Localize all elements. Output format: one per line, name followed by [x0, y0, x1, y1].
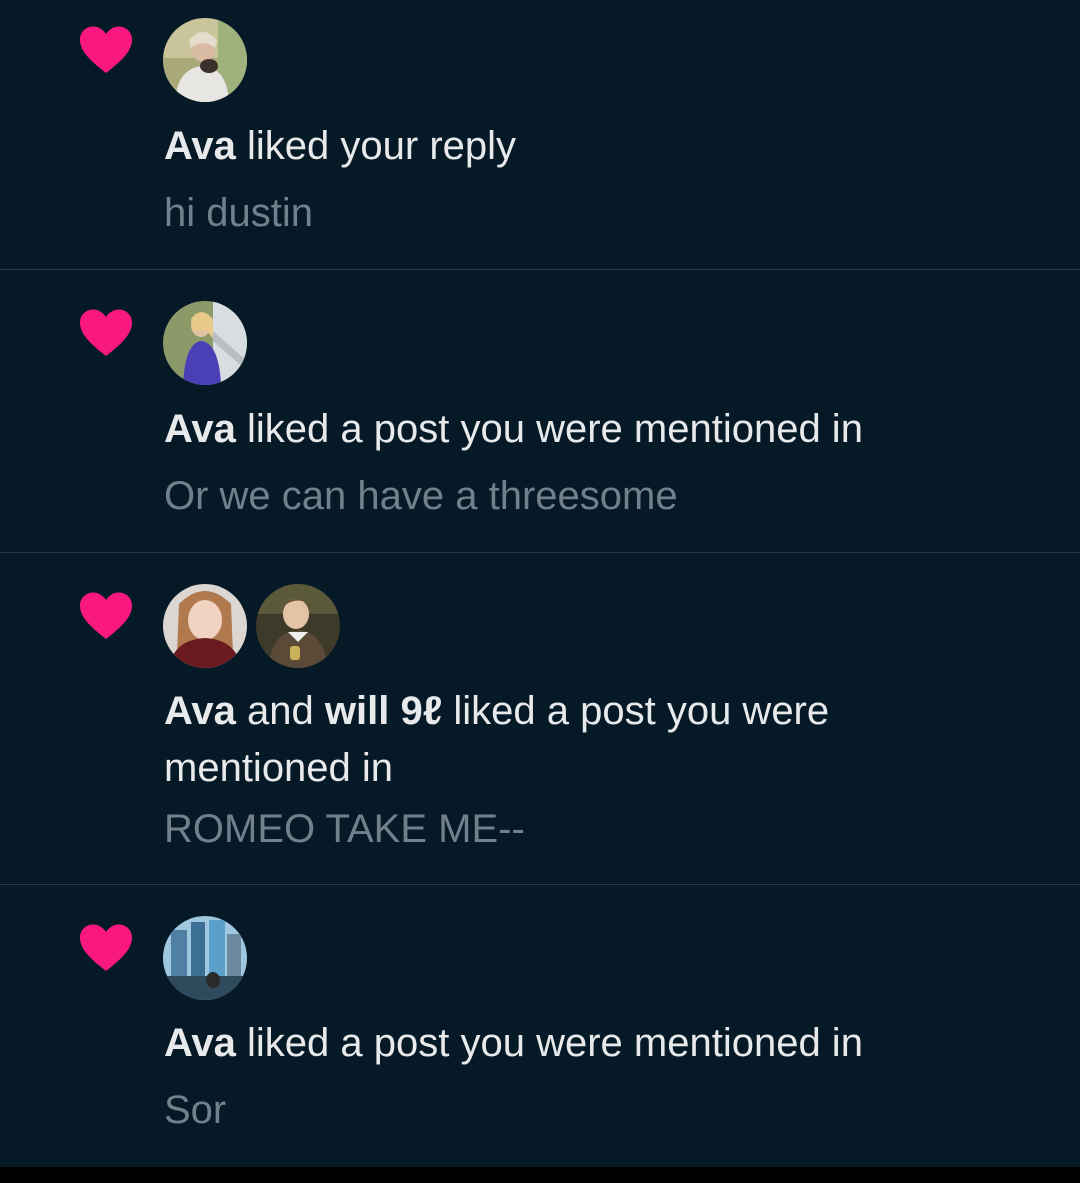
notification-item[interactable]: Ava liked your reply hi dustin [0, 0, 1080, 270]
avatar[interactable] [256, 584, 340, 668]
post-snippet: hi dustin [164, 191, 313, 235]
notification-text: Ava liked a post you were mentioned in [164, 1015, 964, 1072]
avatar-group [163, 584, 340, 668]
post-snippet: ROMEO TAKE ME-- [164, 807, 525, 851]
heart-icon [78, 923, 134, 973]
post-snippet: Or we can have a threesome [164, 474, 678, 518]
notification-text: Ava liked a post you were mentioned in [164, 401, 964, 458]
actor-name[interactable]: Ava [164, 407, 236, 451]
avatar[interactable] [163, 584, 247, 668]
actor-name[interactable]: Ava [164, 124, 236, 168]
notification-item[interactable]: Ava and will 9ℓ liked a post you were me… [0, 553, 1080, 885]
notification-item[interactable]: Ava liked a post you were mentioned in O… [0, 270, 1080, 553]
avatar-group [163, 18, 247, 102]
actor-name[interactable]: Ava [164, 689, 236, 733]
heart-icon [78, 591, 134, 641]
avatar-group [163, 301, 247, 385]
action-text: liked your reply [235, 124, 517, 168]
notifications-feed: Ava liked your reply hi dustin Ava liked… [0, 0, 1080, 1167]
action-text: liked a post you were mentioned in [235, 1021, 863, 1065]
avatar-group [163, 916, 247, 1000]
post-snippet: Sor [164, 1088, 227, 1132]
heart-icon [78, 308, 134, 358]
avatar[interactable] [163, 301, 247, 385]
avatar[interactable] [163, 18, 247, 102]
action-text: liked a post you were mentioned in [235, 407, 863, 451]
heart-icon [78, 25, 134, 75]
actor-name[interactable]: Ava [164, 1021, 236, 1065]
avatar[interactable] [163, 916, 247, 1000]
joiner-text: and [235, 689, 325, 733]
notification-text: Ava and will 9ℓ liked a post you were me… [164, 683, 964, 797]
actor-name[interactable]: will 9ℓ [325, 689, 442, 733]
notification-item[interactable]: Ava liked a post you were mentioned in S… [0, 885, 1080, 1167]
notification-text: Ava liked your reply [164, 118, 964, 175]
